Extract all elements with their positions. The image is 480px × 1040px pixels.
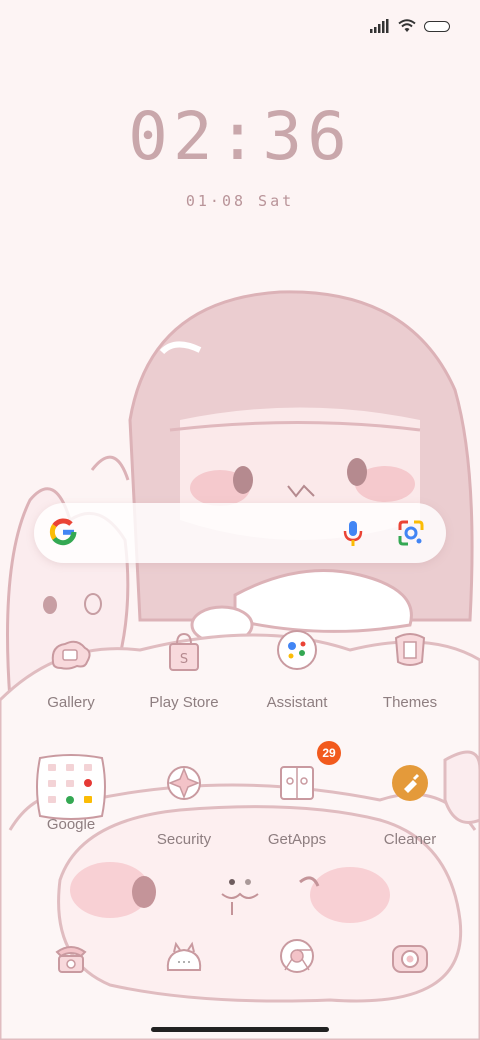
getapps-icon xyxy=(280,766,314,800)
dock-chrome[interactable] xyxy=(240,936,354,996)
home-indicator[interactable] xyxy=(151,1027,329,1032)
app-google-folder[interactable]: Google xyxy=(14,752,128,833)
app-label: Themes xyxy=(382,694,438,711)
dock-camera[interactable] xyxy=(353,936,467,996)
app-gallery[interactable]: Gallery xyxy=(14,628,128,711)
app-label: GetApps xyxy=(267,831,327,848)
dock-phone[interactable] xyxy=(14,936,128,996)
clock-date: 01·08 Sat xyxy=(185,192,295,210)
dock-messages[interactable] xyxy=(127,936,241,996)
wifi-icon xyxy=(398,19,416,32)
google-g-icon xyxy=(49,518,77,546)
app-label: Gallery xyxy=(47,694,95,711)
lens-icon[interactable] xyxy=(398,520,424,546)
security-icon xyxy=(167,766,201,800)
app-security[interactable]: Security xyxy=(127,765,241,848)
google-folder-icon xyxy=(36,754,106,820)
app-cleaner[interactable]: Cleaner xyxy=(353,765,467,848)
signal-icon xyxy=(370,19,389,33)
phone-icon xyxy=(55,946,87,973)
app-play-store[interactable]: S Play Store xyxy=(127,628,241,711)
themes-icon xyxy=(394,633,426,666)
assistant-icon xyxy=(277,630,317,670)
app-label: Play Store xyxy=(149,694,219,711)
app-label: Cleaner xyxy=(383,831,437,848)
mic-icon[interactable] xyxy=(342,520,364,548)
battery-icon xyxy=(424,20,450,32)
app-themes[interactable]: Themes xyxy=(353,628,467,711)
app-assistant[interactable]: Assistant xyxy=(240,628,354,711)
cleaner-icon xyxy=(392,765,428,801)
app-label: Security xyxy=(156,831,212,848)
app-getapps[interactable]: 29 GetApps xyxy=(240,741,354,848)
messages-icon xyxy=(166,941,202,971)
clock-time: 02:36 xyxy=(128,98,352,175)
app-label: Assistant xyxy=(266,694,328,711)
google-search-bar[interactable] xyxy=(34,503,446,563)
play-store-icon: S xyxy=(169,632,199,671)
status-bar xyxy=(370,14,450,38)
camera-icon xyxy=(392,945,428,973)
svg-text:S: S xyxy=(180,652,188,667)
chrome-icon xyxy=(280,939,314,973)
notification-badge: 29 xyxy=(317,741,341,765)
gallery-icon xyxy=(51,640,91,670)
